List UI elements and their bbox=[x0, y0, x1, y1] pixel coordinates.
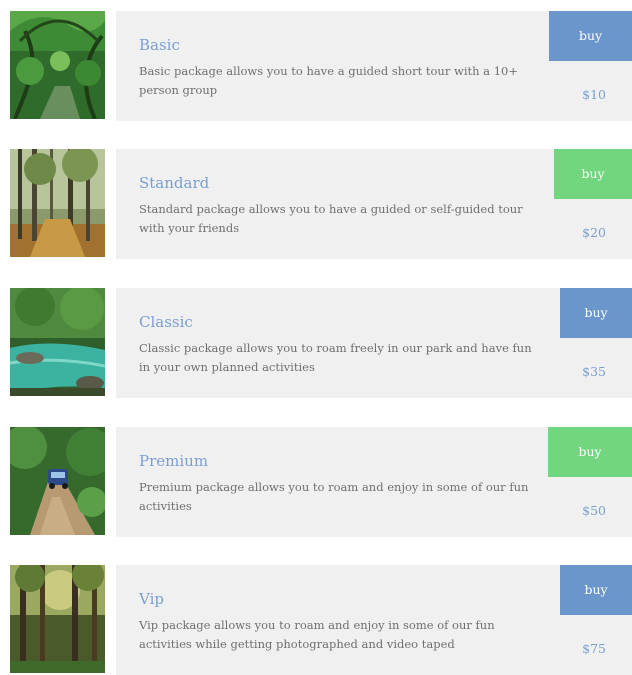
buy-button[interactable]: buy bbox=[560, 565, 632, 615]
jungle-trail-jeep-image bbox=[10, 427, 105, 535]
package-price: $75 bbox=[582, 641, 606, 656]
forest-path-image bbox=[10, 11, 105, 119]
package-card-vip: Vip Vip package allows you to roam and e… bbox=[116, 565, 632, 675]
package-description: Basic package allows you to have a guide… bbox=[139, 64, 518, 97]
river-forest-image-art bbox=[10, 288, 105, 396]
package-row-basic: Basic Basic package allows you to have a… bbox=[0, 11, 632, 121]
tall-trees-image-art bbox=[10, 565, 105, 673]
package-title: Standard bbox=[139, 174, 210, 192]
package-title: Premium bbox=[139, 452, 209, 470]
package-description: Premium package allows you to roam and e… bbox=[139, 480, 529, 513]
package-row-vip: Vip Vip package allows you to roam and e… bbox=[0, 565, 632, 675]
forest-path-image-art bbox=[10, 11, 105, 119]
package-card-premium: Premium Premium package allows you to ro… bbox=[116, 427, 632, 537]
package-row-standard: Standard Standard package allows you to … bbox=[0, 149, 632, 259]
jungle-trail-jeep-image-art bbox=[10, 427, 105, 535]
package-card-standard: Standard Standard package allows you to … bbox=[116, 149, 632, 259]
package-title: Vip bbox=[139, 590, 164, 608]
buy-button[interactable]: buy bbox=[560, 288, 632, 338]
buy-button[interactable]: buy bbox=[548, 427, 632, 477]
river-forest-image bbox=[10, 288, 105, 396]
package-card-classic: Classic Classic package allows you to ro… bbox=[116, 288, 632, 398]
sunlit-forest-image bbox=[10, 149, 105, 257]
package-price: $50 bbox=[582, 503, 606, 518]
package-description: Standard package allows you to have a gu… bbox=[139, 202, 523, 235]
package-row-classic: Classic Classic package allows you to ro… bbox=[0, 288, 632, 398]
tall-trees-image bbox=[10, 565, 105, 673]
package-title: Basic bbox=[139, 36, 180, 54]
package-price: $35 bbox=[582, 364, 606, 379]
package-description: Vip package allows you to roam and enjoy… bbox=[139, 618, 495, 651]
package-title: Classic bbox=[139, 313, 193, 331]
sunlit-forest-image-art bbox=[10, 149, 105, 257]
package-price: $10 bbox=[582, 87, 606, 102]
package-row-premium: Premium Premium package allows you to ro… bbox=[0, 427, 632, 537]
package-price: $20 bbox=[582, 225, 606, 240]
package-description: Classic package allows you to roam freel… bbox=[139, 341, 532, 374]
buy-button[interactable]: buy bbox=[549, 11, 632, 61]
buy-button[interactable]: buy bbox=[554, 149, 632, 199]
package-card-basic: Basic Basic package allows you to have a… bbox=[116, 11, 632, 121]
